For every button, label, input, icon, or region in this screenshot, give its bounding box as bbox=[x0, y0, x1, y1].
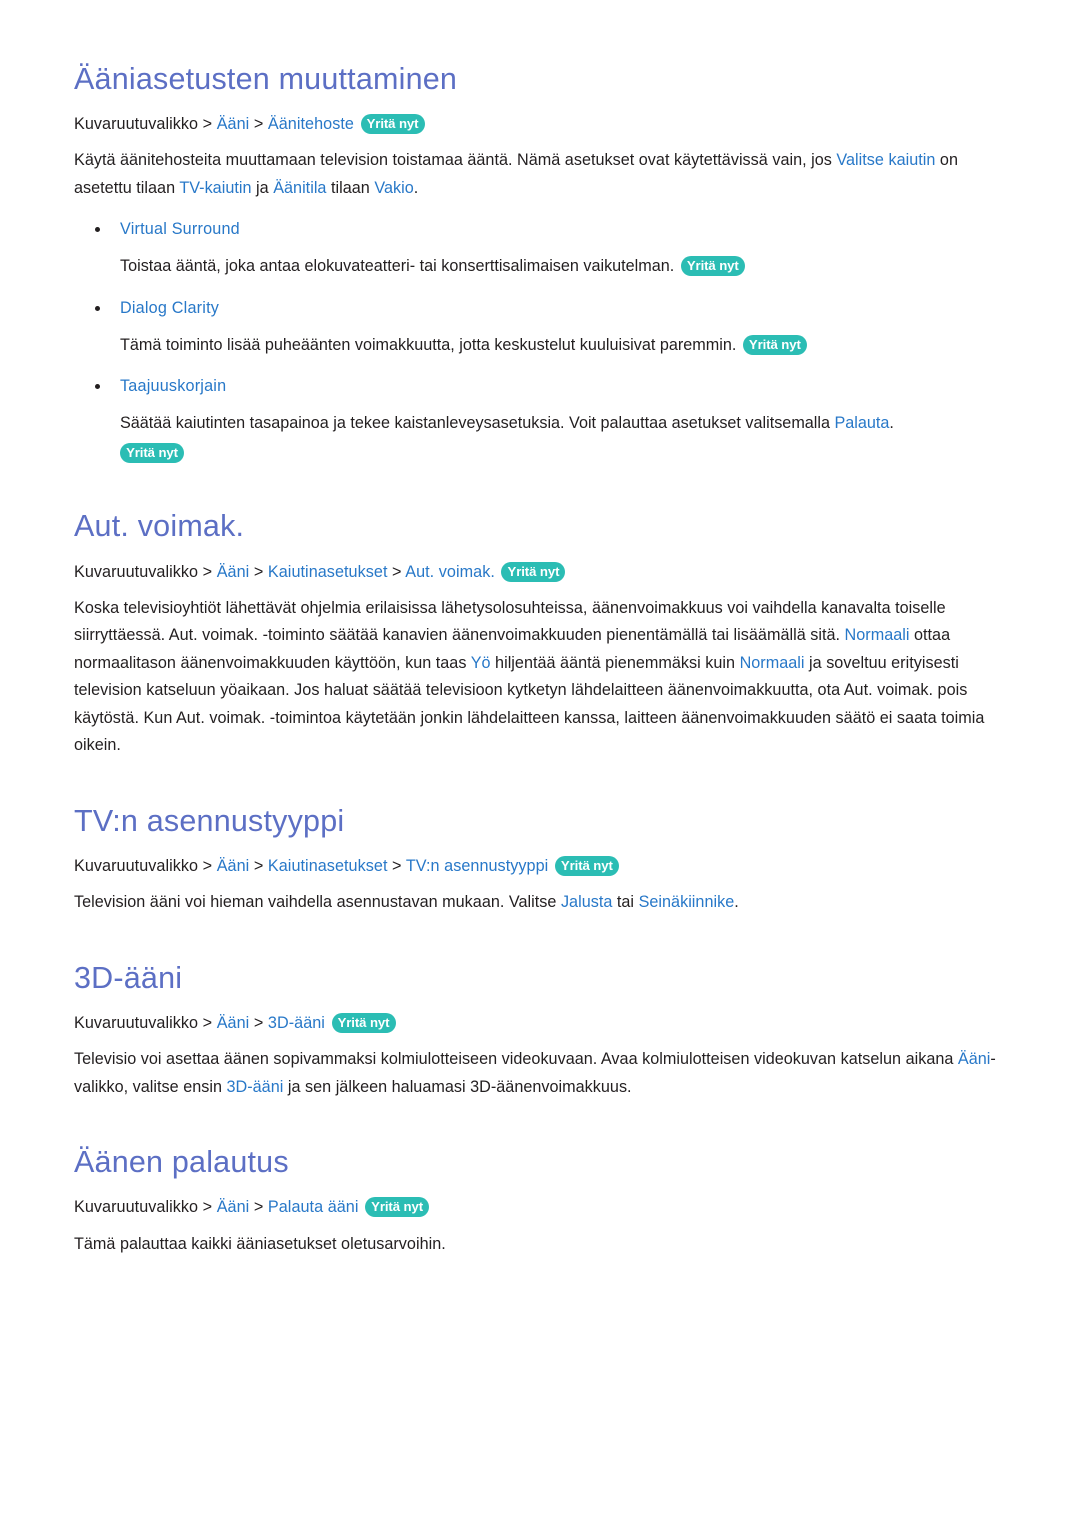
bullet-description: Säätää kaiutinten tasapainoa ja tekee ka… bbox=[120, 410, 1020, 465]
breadcrumb: Kuvaruutuvalikko > Ääni > Äänitehoste Yr… bbox=[74, 112, 1020, 136]
link-standard[interactable]: Vakio bbox=[374, 179, 413, 197]
bullet-label-equalizer[interactable]: Taajuuskorjain bbox=[120, 373, 1020, 399]
breadcrumb: Kuvaruutuvalikko > Ääni > Kaiutinasetuks… bbox=[74, 560, 1020, 584]
body-paragraph-auto-volume: Koska televisioyhtiöt lähettävät ohjelmi… bbox=[74, 595, 1020, 760]
list-item: Virtual Surround Toistaa ääntä, joka ant… bbox=[74, 216, 1020, 281]
body-text-3: . bbox=[734, 893, 739, 912]
section-3d-sound: 3D-ääni Kuvaruutuvalikko > Ääni > 3D-ään… bbox=[74, 961, 1020, 1101]
breadcrumb-item-3d-sound[interactable]: 3D-ääni bbox=[268, 1014, 325, 1032]
intro-text-3: ja bbox=[251, 178, 274, 197]
breadcrumb-item-installation-type[interactable]: TV:n asennustyyppi bbox=[406, 857, 548, 875]
bullet-description-text-2: . bbox=[889, 414, 894, 433]
bullet-description: Toistaa ääntä, joka antaa elokuvateatter… bbox=[120, 253, 1020, 281]
breadcrumb-root: Kuvaruutuvalikko bbox=[74, 115, 199, 134]
bullet-description-text: Toistaa ääntä, joka antaa elokuvateatter… bbox=[120, 257, 675, 276]
breadcrumb-separator: > bbox=[198, 562, 217, 581]
page-title: Ääniasetusten muuttaminen bbox=[74, 62, 458, 96]
try-now-badge[interactable]: Yritä nyt bbox=[331, 1013, 396, 1034]
breadcrumb: Kuvaruutuvalikko > Ääni > 3D-ääni Yritä … bbox=[74, 1011, 1020, 1035]
breadcrumb-separator: > bbox=[198, 857, 217, 876]
breadcrumb: Kuvaruutuvalikko > Ääni > Kaiutinasetuks… bbox=[74, 854, 1020, 878]
try-now-badge[interactable]: Yritä nyt bbox=[360, 114, 425, 135]
link-3d-sound[interactable]: 3D-ääni bbox=[227, 1078, 284, 1096]
breadcrumb-separator: > bbox=[249, 857, 268, 876]
breadcrumb-separator: > bbox=[249, 1014, 268, 1033]
breadcrumb-root: Kuvaruutuvalikko bbox=[74, 1014, 199, 1033]
link-reset[interactable]: Palauta bbox=[835, 414, 890, 432]
breadcrumb-separator: > bbox=[198, 115, 217, 134]
link-wall-mount[interactable]: Seinäkiinnike bbox=[639, 893, 735, 911]
breadcrumb-separator: > bbox=[249, 115, 268, 134]
try-now-badge[interactable]: Yritä nyt bbox=[501, 561, 566, 582]
section-heading-tv-installation-type: TV:n asennustyyppi bbox=[74, 803, 345, 838]
link-sound-mode[interactable]: Äänitila bbox=[273, 179, 326, 197]
intro-text-1: Käytä äänitehosteita muuttamaan televisi… bbox=[74, 151, 837, 170]
body-paragraph-tv-installation-type: Television ääni voi hieman vaihdella ase… bbox=[74, 889, 1020, 917]
body-text-1: Television ääni voi hieman vaihdella ase… bbox=[74, 893, 561, 912]
try-now-badge[interactable]: Yritä nyt bbox=[680, 256, 745, 277]
breadcrumb-item-sound[interactable]: Ääni bbox=[217, 563, 250, 581]
link-tv-speaker[interactable]: TV-kaiutin bbox=[179, 179, 251, 197]
bullet-label-dialog-clarity[interactable]: Dialog Clarity bbox=[120, 295, 1020, 321]
breadcrumb-separator: > bbox=[198, 1198, 217, 1217]
breadcrumb-root: Kuvaruutuvalikko bbox=[74, 857, 199, 876]
body-text-3: ja sen jälkeen haluamasi 3D-äänenvoimakk… bbox=[283, 1077, 632, 1096]
section-heading-3d-sound: 3D-ääni bbox=[74, 960, 183, 995]
list-item: Dialog Clarity Tämä toiminto lisää puheä… bbox=[74, 295, 1020, 360]
link-sound-menu[interactable]: Ääni bbox=[958, 1050, 990, 1068]
link-normal[interactable]: Normaali bbox=[845, 626, 910, 644]
body-paragraph-3d-sound: Televisio voi asettaa äänen sopivammaksi… bbox=[74, 1046, 1020, 1101]
breadcrumb-item-reset-sound[interactable]: Palauta ääni bbox=[268, 1198, 359, 1216]
link-select-speaker[interactable]: Valitse kaiutin bbox=[836, 151, 935, 169]
bullet-label-virtual-surround[interactable]: Virtual Surround bbox=[120, 216, 1020, 242]
intro-text-4: tilaan bbox=[326, 178, 375, 197]
breadcrumb-separator: > bbox=[387, 857, 406, 876]
breadcrumb-item-sound[interactable]: Ääni bbox=[217, 857, 250, 875]
bullet-description-text: Tämä toiminto lisää puheäänten voimakkuu… bbox=[120, 335, 737, 354]
breadcrumb-item-speaker-settings[interactable]: Kaiutinasetukset bbox=[268, 857, 388, 875]
link-normal-2[interactable]: Normaali bbox=[740, 654, 805, 672]
breadcrumb-item-sound[interactable]: Ääni bbox=[217, 1014, 250, 1032]
breadcrumb-item-sound-effect[interactable]: Äänitehoste bbox=[268, 115, 354, 133]
link-night[interactable]: Yö bbox=[471, 654, 491, 672]
try-now-badge[interactable]: Yritä nyt bbox=[120, 442, 184, 463]
try-now-badge[interactable]: Yritä nyt bbox=[365, 1197, 430, 1218]
try-now-badge[interactable]: Yritä nyt bbox=[742, 334, 807, 355]
section-sound-reset: Äänen palautus Kuvaruutuvalikko > Ääni >… bbox=[74, 1145, 1020, 1258]
breadcrumb-root: Kuvaruutuvalikko bbox=[74, 562, 199, 581]
document-content: Ääniasetusten muuttaminen Kuvaruutuvalik… bbox=[74, 62, 1020, 1258]
section-auto-volume: Aut. voimak. Kuvaruutuvalikko > Ääni > K… bbox=[74, 509, 1020, 759]
bullet-description: Tämä toiminto lisää puheäänten voimakkuu… bbox=[120, 332, 1020, 360]
intro-text-5: . bbox=[413, 178, 419, 197]
breadcrumb-item-sound[interactable]: Ääni bbox=[217, 1198, 250, 1216]
body-text-1: Televisio voi asettaa äänen sopivammaksi… bbox=[74, 1050, 958, 1069]
body-text-3: hiljentää ääntä pienemmäksi kuin bbox=[490, 653, 740, 672]
breadcrumb-separator: > bbox=[387, 562, 406, 581]
breadcrumb-separator: > bbox=[249, 562, 268, 581]
section-heading-sound-reset: Äänen palautus bbox=[74, 1145, 289, 1180]
bullet-description-text-1: Säätää kaiutinten tasapainoa ja tekee ka… bbox=[120, 414, 835, 433]
breadcrumb-separator: > bbox=[198, 1014, 217, 1033]
breadcrumb: Kuvaruutuvalikko > Ääni > Palauta ääni Y… bbox=[74, 1195, 1020, 1219]
section-tv-installation-type: TV:n asennustyyppi Kuvaruutuvalikko > Ää… bbox=[74, 804, 1020, 917]
breadcrumb-item-speaker-settings[interactable]: Kaiutinasetukset bbox=[268, 563, 388, 581]
link-stand[interactable]: Jalusta bbox=[561, 893, 612, 911]
try-now-badge[interactable]: Yritä nyt bbox=[554, 856, 619, 877]
list-item: Taajuuskorjain Säätää kaiutinten tasapai… bbox=[74, 373, 1020, 465]
document-page: Ääniasetusten muuttaminen Kuvaruutuvalik… bbox=[0, 0, 1080, 1527]
breadcrumb-separator: > bbox=[249, 1198, 268, 1217]
breadcrumb-item-auto-volume[interactable]: Aut. voimak. bbox=[405, 563, 495, 581]
intro-paragraph: Käytä äänitehosteita muuttamaan televisi… bbox=[74, 147, 1020, 202]
body-paragraph-sound-reset: Tämä palauttaa kaikki ääniasetukset olet… bbox=[74, 1234, 446, 1253]
section-heading-auto-volume: Aut. voimak. bbox=[74, 509, 245, 544]
breadcrumb-root: Kuvaruutuvalikko bbox=[74, 1198, 199, 1217]
section-sound-settings: Ääniasetusten muuttaminen Kuvaruutuvalik… bbox=[74, 62, 1020, 465]
sound-effect-list: Virtual Surround Toistaa ääntä, joka ant… bbox=[74, 216, 1020, 465]
body-text-1: Koska televisioyhtiöt lähettävät ohjelmi… bbox=[74, 598, 946, 645]
breadcrumb-item-sound[interactable]: Ääni bbox=[217, 115, 250, 133]
body-text-2: tai bbox=[612, 893, 639, 912]
